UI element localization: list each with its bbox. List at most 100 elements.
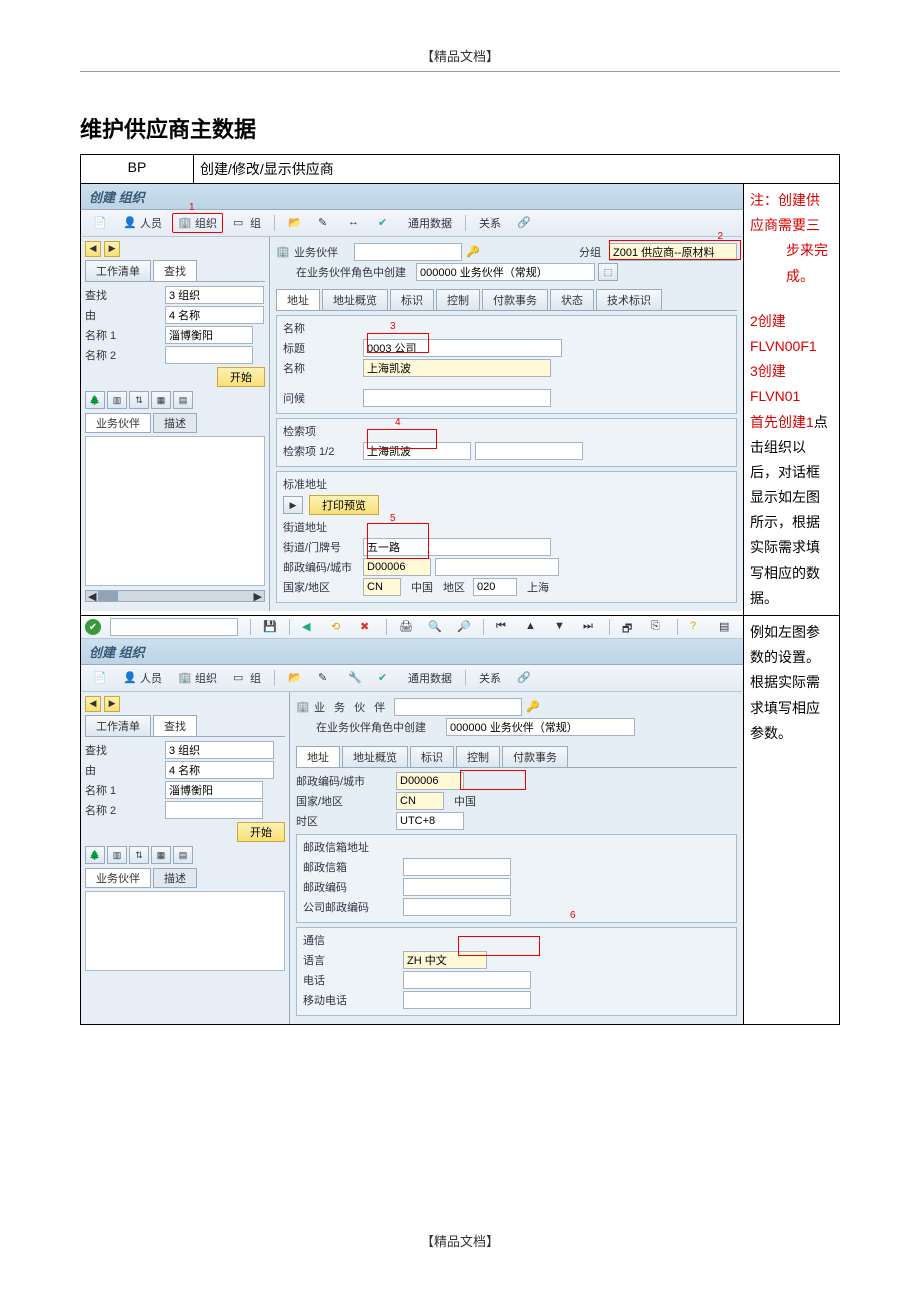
find-button[interactable]: 🔍 [422,618,448,636]
mobile-input[interactable] [403,991,531,1009]
tab-worklist[interactable]: 工作清单 [85,260,151,281]
open-button[interactable]: 📂 [282,669,308,687]
nav-next[interactable]: ▶ [104,241,120,257]
tab-pay[interactable]: 付款事务 [482,289,548,310]
tab-ident[interactable]: 标识 [390,289,434,310]
new-button[interactable]: 📄 [87,214,113,232]
tab-ctrl[interactable]: 控制 [436,289,480,310]
enter-icon[interactable]: ✔ [85,619,101,635]
check-button[interactable]: ✔ [372,214,398,232]
lang-input[interactable] [403,951,487,969]
back-button[interactable]: ◀ [296,618,322,636]
street-input[interactable] [363,538,551,556]
tab-desc[interactable]: 描述 [153,868,197,888]
tab-addr[interactable]: 地址 [296,746,340,767]
search1-input[interactable] [363,442,471,460]
excel-icon[interactable]: ▤ [173,846,193,864]
tab-tech[interactable]: 技术标识 [596,289,662,310]
tree-icon[interactable]: 🌲 [85,846,105,864]
org-button[interactable]: 🏢组织 [172,213,223,233]
general-button[interactable]: 通用数据 [402,213,458,233]
pgdn-button[interactable]: ▼ [548,618,574,636]
grid-icon[interactable]: ▦ [151,391,171,409]
tab-search[interactable]: 查找 [153,715,197,736]
by-select[interactable] [165,306,264,324]
pozip-input[interactable] [403,878,511,896]
grid-icon[interactable]: ▦ [151,846,171,864]
more1-button[interactable]: ↔ [342,214,368,232]
shortcut-button[interactable]: ⎘ [645,618,671,636]
role-select[interactable] [446,718,635,736]
tab-status[interactable]: 状态 [550,289,594,310]
newsession-button[interactable]: 🗗 [616,618,642,636]
scrollbar[interactable]: ◀▶ [85,590,265,602]
group-button[interactable]: ▭组 [227,668,267,688]
relation-button[interactable]: 关系 [473,213,507,233]
org-button[interactable]: 🏢组织 [172,668,223,688]
role-pick-icon[interactable]: ⬚ [598,263,618,281]
greet-input[interactable] [363,389,551,407]
phone-input[interactable] [403,971,531,989]
search-select[interactable] [165,286,264,304]
filter-icon[interactable]: ▥ [107,846,127,864]
region-input[interactable] [473,578,517,596]
help-button[interactable]: ? [684,618,710,636]
by-select[interactable] [165,761,274,779]
zip-input[interactable] [363,558,431,576]
cancel-button[interactable]: ✖ [354,618,380,636]
rel-icon-button[interactable]: 🔗 [511,214,537,232]
edit-button[interactable]: ✎ [312,669,338,687]
name2-input[interactable] [165,346,253,364]
excel-icon[interactable]: ▤ [173,391,193,409]
tab-ctrl[interactable]: 控制 [456,746,500,767]
general-button[interactable]: 通用数据 [402,668,458,688]
layout-button[interactable]: ▤ [713,618,739,636]
tab-addrov[interactable]: 地址概览 [342,746,408,767]
search-select[interactable] [165,741,274,759]
first-button[interactable]: ⏮ [490,618,516,636]
exit-button[interactable]: ⟲ [325,618,351,636]
search2-input[interactable] [475,442,583,460]
expand-icon[interactable]: ▶ [283,496,303,514]
relation-button[interactable]: 关系 [473,668,507,688]
findnext-button[interactable]: 🔎 [451,618,477,636]
pgup-button[interactable]: ▲ [519,618,545,636]
start-button[interactable]: 开始 [237,822,285,842]
edit-button[interactable]: ✎ [312,214,338,232]
pobox-input[interactable] [403,858,511,876]
country-input[interactable] [396,792,444,810]
start-button[interactable]: 开始 [217,367,265,387]
tz-input[interactable] [396,812,464,830]
tab-desc[interactable]: 描述 [153,413,197,433]
country-input[interactable] [363,578,401,596]
tab-pay[interactable]: 付款事务 [502,746,568,767]
sort-icon[interactable]: ⇅ [129,846,149,864]
open-button[interactable]: 📂 [282,214,308,232]
print-button[interactable]: 🖨 [393,618,419,636]
nav-prev[interactable]: ◀ [85,696,101,712]
tab-worklist[interactable]: 工作清单 [85,715,151,736]
tab-ident[interactable]: 标识 [410,746,454,767]
group-button[interactable]: ▭组 [227,213,267,233]
sort-icon[interactable]: ⇅ [129,391,149,409]
name2-input[interactable] [165,801,263,819]
group-input[interactable] [609,243,737,261]
new-button[interactable]: 📄 [87,669,113,687]
tree-icon[interactable]: 🌲 [85,391,105,409]
person-button[interactable]: 👤人员 [117,213,168,233]
command-field[interactable] [110,618,238,636]
bp-input[interactable] [394,698,522,716]
tab-addrov[interactable]: 地址概览 [322,289,388,310]
tab-search[interactable]: 查找 [153,260,197,281]
tool-button[interactable]: 🔧 [342,669,368,687]
city-input[interactable] [435,558,559,576]
zip-input[interactable] [396,772,464,790]
nav-prev[interactable]: ◀ [85,241,101,257]
print-preview-button[interactable]: 打印预览 [309,495,379,515]
cozip-input[interactable] [403,898,511,916]
check-button[interactable]: ✔ [372,669,398,687]
name1-input[interactable] [165,781,263,799]
tab-addr[interactable]: 地址 [276,289,320,310]
last-button[interactable]: ⏭ [577,618,603,636]
tab-bp[interactable]: 业务伙伴 [85,413,151,433]
